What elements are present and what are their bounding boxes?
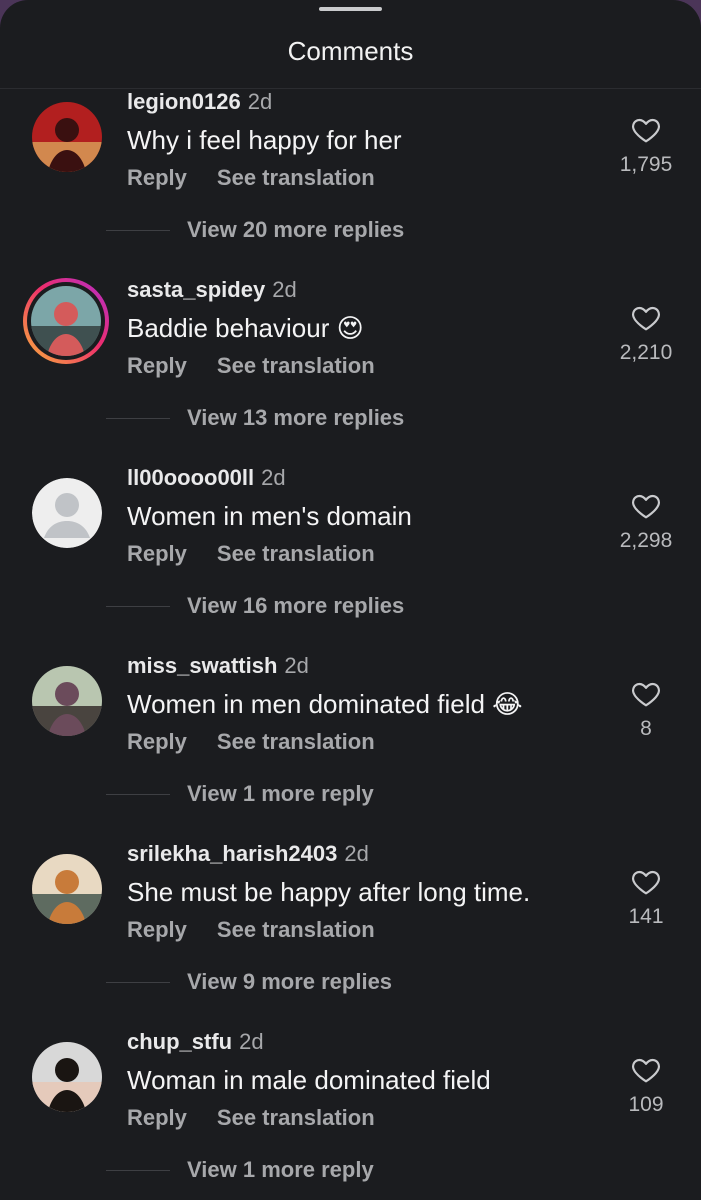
username-text[interactable]: ll00oooo00ll — [127, 465, 254, 490]
comment-time: 2d — [284, 653, 309, 678]
like-button[interactable]: 141 — [600, 866, 692, 936]
user-avatar-portrait[interactable] — [32, 1042, 102, 1112]
heart-icon[interactable] — [629, 490, 663, 522]
reply-button[interactable]: Reply — [127, 541, 187, 566]
username-text[interactable]: chup_stfu — [127, 1029, 232, 1054]
comment-time: 2d — [247, 89, 273, 114]
like-count: 2,210 — [619, 341, 673, 364]
default-user-icon[interactable] — [32, 478, 102, 548]
comment-body: She must be happy after long time. — [127, 877, 531, 907]
heart-icon[interactable] — [629, 866, 663, 898]
view-replies-button[interactable]: View 20 more replies — [187, 216, 404, 244]
comment-actions: Reply See translation — [127, 916, 375, 944]
like-count: 8 — [640, 717, 652, 740]
comment-time: 2d — [239, 1029, 264, 1054]
drag-handle[interactable] — [319, 7, 382, 11]
username-text[interactable]: legion0126 — [127, 89, 241, 114]
replies-divider — [106, 982, 170, 983]
heart-icon[interactable] — [629, 1054, 663, 1086]
comment-item: sasta_spidey 2d Baddie behaviour 😍 Reply See… — [0, 276, 701, 464]
user-avatar-woman[interactable] — [32, 666, 102, 736]
comment-actions: Reply See translation — [127, 352, 375, 380]
comment-time: 2d — [272, 277, 297, 302]
comment-text: Woman in male dominated field — [127, 1064, 491, 1096]
comment-item: miss_swattish 2d Women in men dominated fi… — [0, 652, 701, 840]
user-avatar-party[interactable] — [32, 854, 102, 924]
comment-username[interactable]: legion0126 2d — [127, 88, 272, 116]
see-translation-button[interactable]: See translation — [217, 353, 375, 378]
comment-username[interactable]: chup_stfu 2d — [127, 1028, 264, 1056]
user-avatar-theater[interactable] — [32, 102, 102, 172]
emoji-icon: 😍 — [336, 313, 364, 343]
like-count: 141 — [628, 905, 664, 928]
comment-username[interactable]: ll00oooo00ll 2d — [127, 464, 286, 492]
sheet-title: Comments — [287, 36, 414, 66]
comment-body: Baddie behaviour — [127, 313, 330, 343]
username-text[interactable]: srilekha_harish2403 — [127, 841, 337, 866]
comment-text: Women in men's domain — [127, 500, 412, 532]
heart-icon[interactable] — [629, 302, 663, 334]
like-count: 2,298 — [619, 529, 673, 552]
emoji-icon: 😂 — [492, 689, 523, 719]
replies-divider — [106, 230, 170, 231]
view-replies-button[interactable]: View 1 more reply — [187, 780, 374, 808]
heart-icon[interactable] — [629, 678, 663, 710]
comment-username[interactable]: srilekha_harish2403 2d — [127, 840, 369, 868]
replies-divider — [106, 1170, 170, 1171]
see-translation-button[interactable]: See translation — [217, 729, 375, 754]
view-replies-button[interactable]: View 9 more replies — [187, 968, 392, 996]
view-replies-button[interactable]: View 16 more replies — [187, 592, 404, 620]
comment-item: legion0126 2d Why i feel happy for her Repl… — [0, 88, 701, 276]
comment-time: 2d — [261, 465, 286, 490]
comment-text: She must be happy after long time. — [127, 876, 530, 908]
like-button[interactable]: 2,298 — [600, 490, 692, 560]
comment-text: Women in men dominated field 😂 — [127, 688, 523, 720]
comment-item: chup_stfu 2d Woman in male dominated field… — [0, 1028, 701, 1200]
comment-actions: Reply See translation — [127, 728, 375, 756]
view-replies-button[interactable]: View 13 more replies — [187, 404, 404, 432]
user-avatar-mask — [31, 286, 101, 356]
comment-username[interactable]: miss_swattish 2d — [127, 652, 309, 680]
comment-text: Why i feel happy for her — [127, 124, 402, 156]
reply-button[interactable]: Reply — [127, 1105, 187, 1130]
like-button[interactable]: 8 — [600, 678, 692, 748]
replies-divider — [106, 418, 170, 419]
see-translation-button[interactable]: See translation — [217, 1105, 375, 1130]
username-text[interactable]: miss_swattish — [127, 653, 277, 678]
comment-item: ll00oooo00ll 2d Women in men's domain Reply… — [0, 464, 701, 652]
view-replies-button[interactable]: View 1 more reply — [187, 1156, 374, 1184]
story-ring-avatar[interactable] — [23, 278, 109, 364]
comment-item: srilekha_harish2403 2d She must be happy a… — [0, 840, 701, 1028]
see-translation-button[interactable]: See translation — [217, 165, 375, 190]
comment-username[interactable]: sasta_spidey 2d — [127, 276, 297, 304]
username-text[interactable]: sasta_spidey — [127, 277, 265, 302]
comment-actions: Reply See translation — [127, 540, 375, 568]
comment-time: 2d — [344, 841, 369, 866]
like-count: 1,795 — [619, 153, 673, 176]
see-translation-button[interactable]: See translation — [217, 541, 375, 566]
like-button[interactable]: 2,210 — [600, 302, 692, 372]
replies-divider — [106, 794, 170, 795]
comment-actions: Reply See translation — [127, 164, 375, 192]
comment-text: Baddie behaviour 😍 — [127, 312, 364, 344]
see-translation-button[interactable]: See translation — [217, 917, 375, 942]
like-button[interactable]: 1,795 — [600, 114, 692, 184]
like-count: 109 — [628, 1093, 664, 1116]
reply-button[interactable]: Reply — [127, 165, 187, 190]
comment-body: Women in men's domain — [127, 501, 412, 531]
comment-actions: Reply See translation — [127, 1104, 375, 1132]
comment-body: Woman in male dominated field — [127, 1065, 491, 1095]
comment-body: Why i feel happy for her — [127, 125, 402, 155]
replies-divider — [106, 606, 170, 607]
comments-sheet: Comments legion0126 2d Why i feel happy fo… — [0, 0, 701, 1200]
reply-button[interactable]: Reply — [127, 917, 187, 942]
comment-body: Women in men dominated field — [127, 689, 485, 719]
reply-button[interactable]: Reply — [127, 729, 187, 754]
heart-icon[interactable] — [629, 114, 663, 146]
like-button[interactable]: 109 — [600, 1054, 692, 1124]
reply-button[interactable]: Reply — [127, 353, 187, 378]
